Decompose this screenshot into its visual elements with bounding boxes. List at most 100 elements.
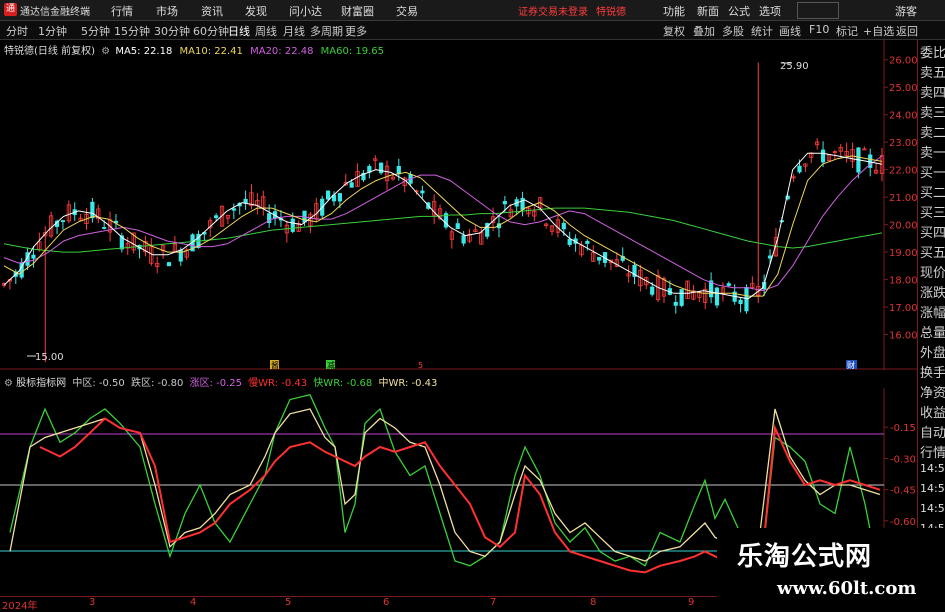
app-logo: 通 [4,3,17,16]
price-tick-label: 20.00 [889,221,917,232]
candle-body [290,218,295,232]
tool-huaxian[interactable]: 画线 [779,23,801,39]
ind-tick-label: -0.45 [890,486,916,497]
menu-gongshi[interactable]: 公式 [728,3,750,19]
candle-body [679,289,684,306]
price-tick-label: 18.00 [889,276,917,287]
menu-gongneng[interactable]: 功能 [663,3,685,19]
date-tick: 8 [590,597,597,608]
candle-body [396,165,401,175]
ma10-line [3,155,883,297]
candle-body [90,201,95,219]
date-tick: 3 [89,597,96,608]
candle-body [567,238,572,246]
tool-diejia[interactable]: 叠加 [693,23,715,39]
price-chart[interactable]: 26.00 25.00 24.00 23.00 22.00 21.00 20.00 19.00… [0,40,917,370]
window-controls[interactable] [797,2,839,19]
period-30min[interactable]: 30分钟 [154,23,190,39]
period-60min[interactable]: 60分钟 [193,23,229,39]
period-5min[interactable]: 5分钟 [81,23,110,39]
period-1min[interactable]: 1分钟 [38,23,67,39]
watermark-url: www.60lt.com [777,578,917,599]
candle-body [231,208,236,211]
ma-lines [3,152,883,300]
ind-tick-label: -0.60 [890,517,916,528]
quote-field-label: 收益 [920,406,945,421]
price-tick-label: 19.00 [889,248,917,259]
date-tick: 9 [688,597,695,608]
menu-jiaoyi[interactable]: 交易 [396,3,418,19]
candle-body [349,182,354,188]
menu-hangqing[interactable]: 行情 [111,3,133,19]
price-tick-label: 26.00 [889,56,917,67]
candle-body [673,301,678,306]
candle-body [561,223,566,230]
candle-body [337,193,342,202]
quote-field-label: 买二 [920,186,945,201]
quote-field-label: 卖二 [920,126,945,141]
candle-body [767,255,773,259]
tool-fanhui[interactable]: 返回 [896,23,918,39]
menu-zixun[interactable]: 资讯 [201,3,223,19]
tool-tongji[interactable]: 统计 [751,23,773,39]
login-notice[interactable]: 证券交易未登录 [518,3,588,18]
quote-field-label: 14:5 [920,502,945,515]
candle-body [585,240,590,244]
quote-field-label: 换手 [920,366,945,381]
indicator-axis-ticks: -0.15 -0.30 -0.45 -0.60 [884,423,916,528]
date-tick: 6 [383,597,390,608]
price-tick-label: 23.00 [889,138,917,149]
tool-fuquan[interactable]: 复权 [663,23,685,39]
menu-faxian[interactable]: 发现 [245,3,267,19]
price-tick-label: 22.00 [889,166,917,177]
menu-shichang[interactable]: 市场 [156,3,178,19]
candle-body [797,165,802,173]
notice-stock: 特锐德 [596,7,626,18]
candle-body [714,287,720,306]
period-fenshi[interactable]: 分时 [6,23,28,39]
candle-body [325,190,331,200]
watermark-title: 乐淘公式网 [737,542,873,572]
quote-field-label: 买一 [920,166,945,181]
period-daily[interactable]: 日线 [228,23,250,39]
ind-tick-label: -0.15 [890,423,916,434]
quote-field-label: 自动 [920,426,945,441]
quote-field-label: 外盘 [920,346,945,361]
price-tick-label: 24.00 [889,111,917,122]
period-multi[interactable]: 多周期 [310,23,343,39]
period-more[interactable]: 更多 [345,23,367,39]
period-monthly[interactable]: 月线 [283,23,305,39]
candle-body [420,190,425,194]
quote-field-label: 买五 [920,246,945,261]
menu-wenxiaoda[interactable]: 问小达 [289,3,322,19]
event-marker-c[interactable]: 5 [418,361,423,370]
quote-field-label: 卖四 [920,86,945,101]
candle-body [820,149,826,163]
tool-duogu[interactable]: 多股 [722,23,744,39]
menu-xinmian[interactable]: 新面 [697,3,719,19]
guest-label[interactable]: 游客 [895,3,917,19]
price-tick-label: 17.00 [889,303,917,314]
price-tick-label: 16.00 [889,331,917,342]
quote-field-label: 卖三 [920,106,945,121]
candle-body [738,299,743,305]
candle-body [166,262,172,267]
quote-field-label: 总量 [920,326,945,341]
quote-field-label: 买四 [920,226,945,241]
period-weekly[interactable]: 周线 [255,23,277,39]
ma20-line [3,155,883,292]
candle-body [60,220,66,222]
indicator-info: ⚙ 股标指标网 中区: -0.50 跌区: -0.80 涨区: -0.25 慢W… [4,374,437,389]
menu-caifuquan[interactable]: 财富圈 [341,3,374,19]
candle-body [650,286,655,295]
quote-field-label: 14:5 [920,482,945,495]
tool-f10[interactable]: F10 [809,23,829,36]
period-15min[interactable]: 15分钟 [114,23,150,39]
candle-body [461,235,466,244]
tool-zixuan[interactable]: +自选 [863,23,894,39]
app-title: 通达信金融终端 [20,7,90,18]
tool-biaoji[interactable]: 标记 [836,23,858,39]
menu-xuanxiang[interactable]: 选项 [759,3,781,19]
candle-body [31,254,36,259]
quote-field-label: 委比 [920,46,945,61]
